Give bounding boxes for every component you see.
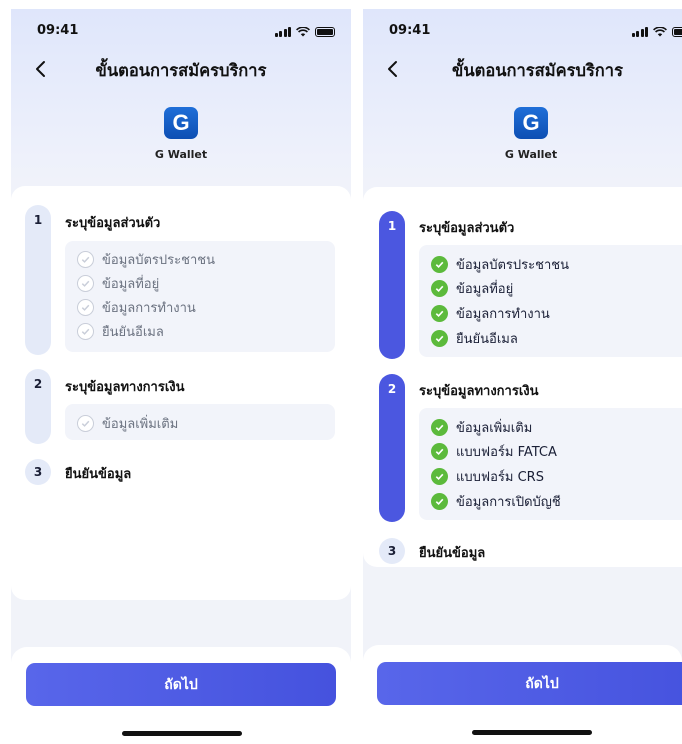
steps-card: 1 ระบุข้อมูลส่วนตัว ข้อมูลบัตรประชาชน ข้…	[11, 186, 351, 600]
step-1-items: ข้อมูลบัตรประชาชน ข้อมูลที่อยู่ ข้อมูลกา…	[419, 245, 682, 357]
step-title-financial-info: ระบุข้อมูลทางการเงิน	[65, 380, 185, 395]
check-circle-icon	[431, 419, 448, 436]
bottom-bar: ถัดไป	[11, 647, 351, 744]
home-indicator	[472, 730, 592, 735]
next-button[interactable]: ถัดไป	[26, 663, 336, 706]
checklist-item: ข้อมูลบัตรประชาชน	[77, 249, 215, 270]
checklist-item-label: ยืนยันอีเมล	[456, 332, 518, 347]
step-title-confirm: ยืนยันข้อมูล	[419, 546, 486, 561]
step-rail-1: 1	[379, 211, 405, 359]
battery-icon	[672, 27, 682, 37]
step-number: 2	[387, 382, 397, 396]
step-title-financial-info: ระบุข้อมูลทางการเงิน	[419, 384, 539, 399]
checklist-item-label: แบบฟอร์ม FATCA	[456, 445, 557, 460]
checklist-item-label: ข้อมูลที่อยู่	[456, 282, 514, 297]
checklist-item: ข้อมูลการทำงาน	[77, 297, 196, 318]
checklist-item: ข้อมูลการเปิดบัญชี	[431, 491, 561, 512]
check-circle-icon	[431, 256, 448, 273]
check-circle-icon	[77, 275, 94, 292]
checklist-item: แบบฟอร์ม FATCA	[431, 441, 557, 462]
step-number: 1	[33, 213, 43, 227]
step-rail-2: 2	[379, 374, 405, 522]
battery-icon	[315, 27, 335, 37]
step-number: 3	[25, 459, 51, 485]
wifi-icon	[296, 27, 310, 37]
signal-icon	[274, 27, 291, 37]
checklist-item-label: ข้อมูลบัตรประชาชน	[456, 258, 569, 273]
screen-divider	[353, 0, 361, 744]
check-circle-icon	[431, 280, 448, 297]
check-circle-icon	[431, 330, 448, 347]
step-title-confirm: ยืนยันข้อมูล	[65, 467, 132, 482]
status-bar: 09:41	[363, 23, 682, 43]
step-title-personal-info: ระบุข้อมูลส่วนตัว	[419, 221, 515, 236]
check-circle-icon	[431, 493, 448, 510]
status-icons	[274, 27, 335, 37]
g-wallet-logo: G	[514, 107, 548, 139]
wifi-icon	[653, 27, 667, 37]
screen-after: 09:41 ขั้นตอนการสมัครบริการ G G Wallet 1…	[363, 9, 682, 744]
step-number: 2	[33, 377, 43, 391]
checklist-item-label: ข้อมูลเพิ่มเติม	[102, 417, 179, 432]
checklist-item-label: แบบฟอร์ม CRS	[456, 470, 544, 485]
step-rail-1: 1	[25, 205, 51, 355]
bottom-bar: ถัดไป	[363, 645, 682, 744]
check-circle-icon	[77, 323, 94, 340]
next-button[interactable]: ถัดไป	[377, 662, 682, 705]
checklist-item-label: ข้อมูลเพิ่มเติม	[456, 421, 533, 436]
check-circle-icon	[431, 305, 448, 322]
home-indicator	[122, 731, 242, 736]
checklist-item-label: ข้อมูลการทำงาน	[456, 307, 550, 322]
check-circle-icon	[77, 251, 94, 268]
checklist-item-label: ยืนยันอีเมล	[102, 325, 164, 340]
app-name: G Wallet	[504, 148, 558, 161]
checklist-item: ข้อมูลที่อยู่	[77, 273, 159, 294]
checklist-item: ข้อมูลเพิ่มเติม	[77, 413, 178, 434]
g-wallet-logo: G	[164, 107, 198, 139]
check-circle-icon	[431, 468, 448, 485]
app-name: G Wallet	[154, 148, 208, 161]
status-time: 09:41	[37, 23, 79, 38]
checklist-item-label: ข้อมูลที่อยู่	[102, 277, 160, 292]
checklist-item-label: ข้อมูลบัตรประชาชน	[102, 253, 215, 268]
status-bar: 09:41	[11, 23, 351, 43]
step-2-items: ข้อมูลเพิ่มเติม	[65, 404, 335, 440]
checklist-item: ยืนยันอีเมล	[77, 321, 164, 342]
checklist-item: ข้อมูลเพิ่มเติม	[431, 417, 532, 438]
step-number: 3	[379, 538, 405, 564]
checklist-item: ข้อมูลบัตรประชาชน	[431, 254, 569, 275]
status-icons	[631, 27, 682, 37]
check-circle-icon	[77, 415, 94, 432]
checklist-item: ข้อมูลที่อยู่	[431, 278, 513, 299]
step-title-personal-info: ระบุข้อมูลส่วนตัว	[65, 216, 161, 231]
check-circle-icon	[77, 299, 94, 316]
page-title: ขั้นตอนการสมัครบริการ	[95, 61, 267, 80]
status-time: 09:41	[389, 23, 431, 38]
checklist-item-label: ข้อมูลการเปิดบัญชี	[456, 495, 561, 510]
step-2-items: ข้อมูลเพิ่มเติม แบบฟอร์ม FATCA แบบฟอร์ม …	[419, 408, 682, 520]
checklist-item-label: ข้อมูลการทำงาน	[102, 301, 196, 316]
screen-before: 09:41 ขั้นตอนการสมัครบริการ G G Wallet 1…	[11, 9, 351, 744]
steps-card: 1 ระบุข้อมูลส่วนตัว ข้อมูลบัตรประชาชน ข้…	[363, 187, 682, 567]
checklist-item: แบบฟอร์ม CRS	[431, 466, 544, 487]
check-circle-icon	[431, 443, 448, 460]
step-1-items: ข้อมูลบัตรประชาชน ข้อมูลที่อยู่ ข้อมูลกา…	[65, 241, 335, 352]
checklist-item: ยืนยันอีเมล	[431, 328, 518, 349]
step-number: 1	[387, 219, 397, 233]
step-rail-2: 2	[25, 369, 51, 444]
page-title: ขั้นตอนการสมัครบริการ	[452, 61, 623, 80]
checklist-item: ข้อมูลการทำงาน	[431, 303, 550, 324]
signal-icon	[631, 27, 648, 37]
